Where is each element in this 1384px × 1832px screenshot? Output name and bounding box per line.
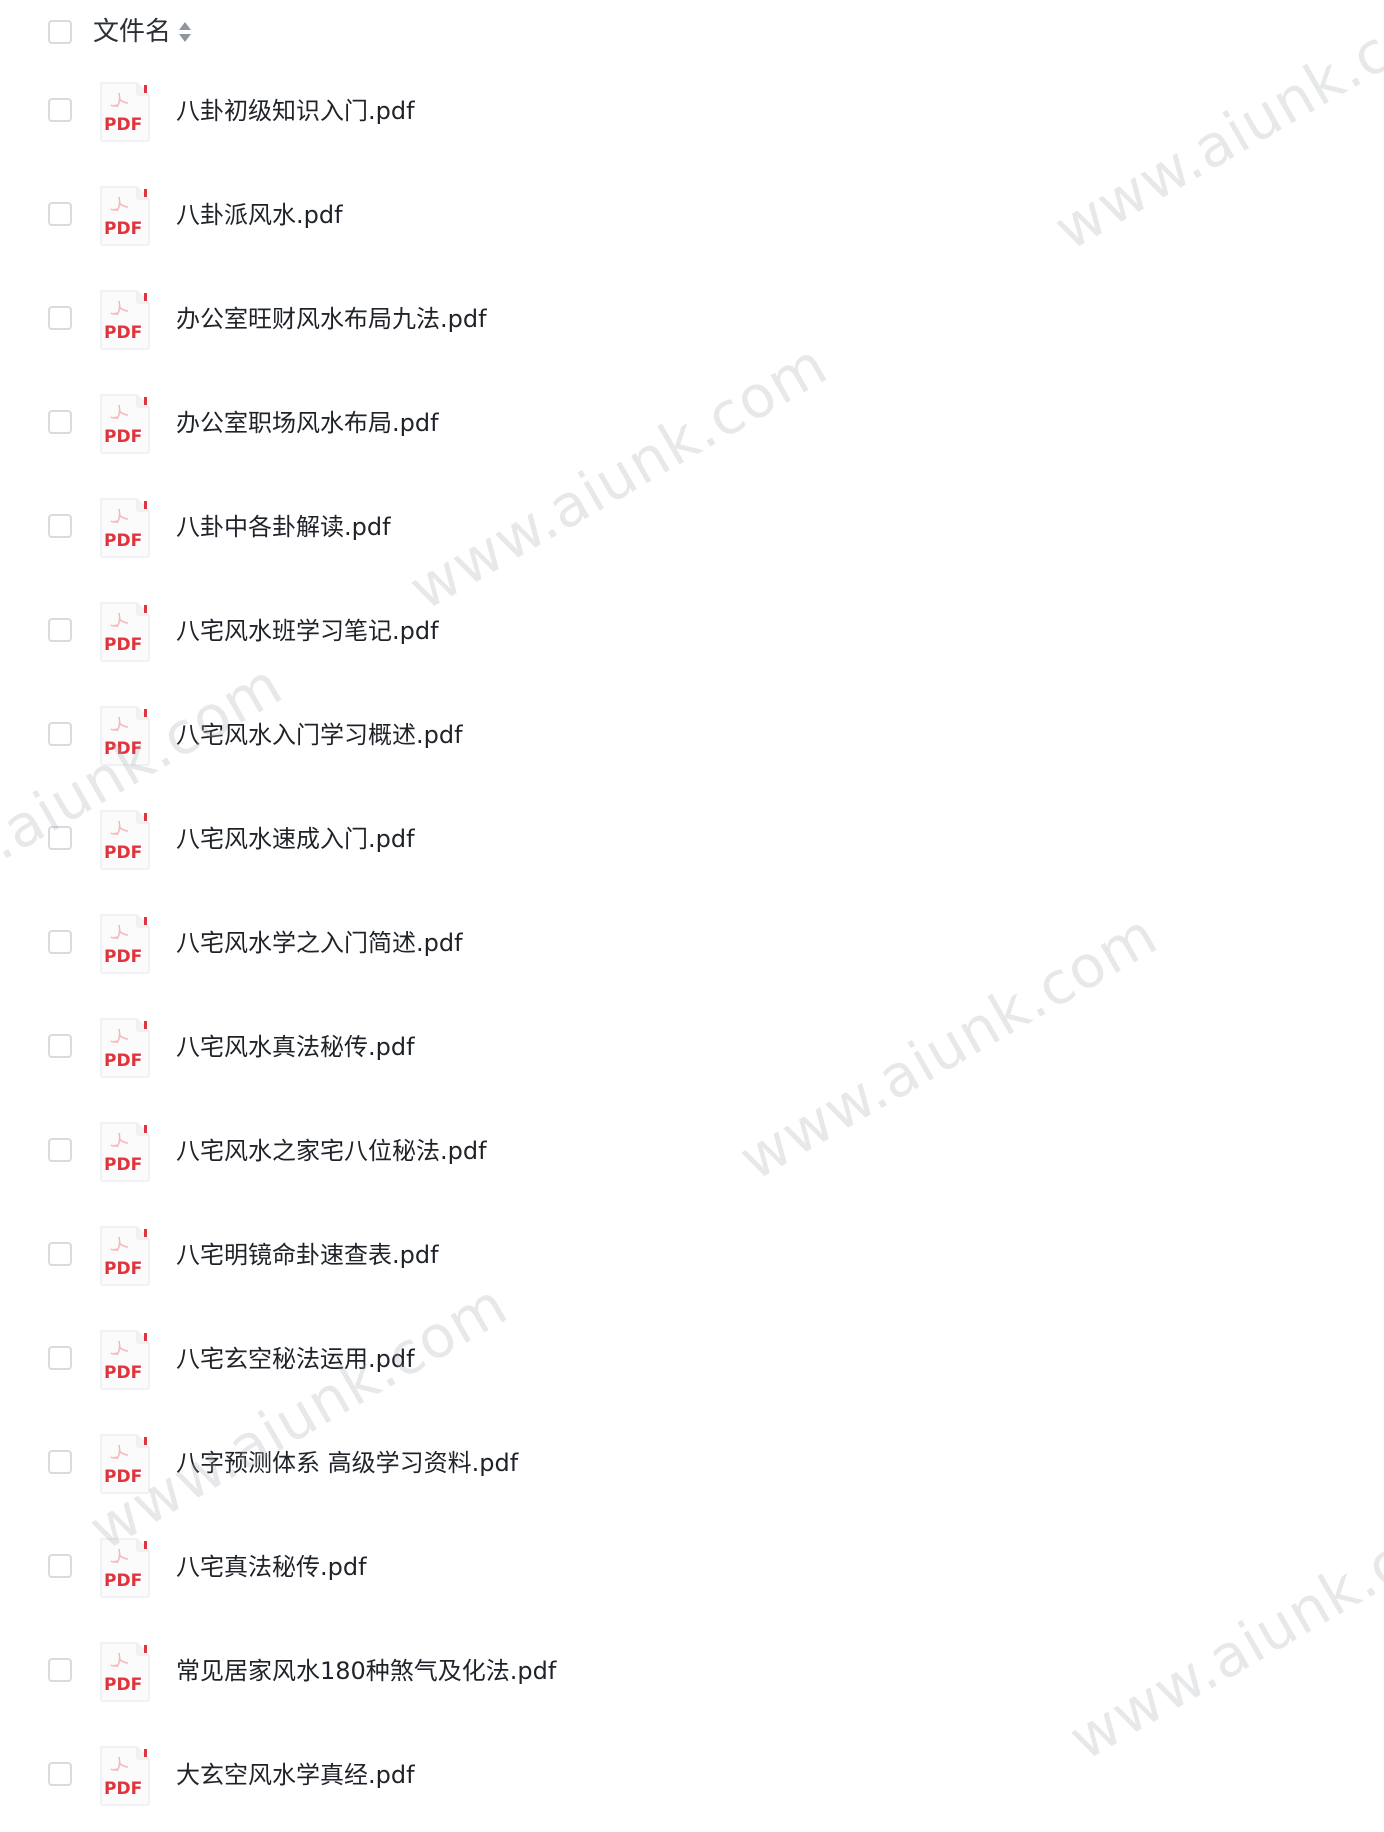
file-row[interactable]: PDF 八宅风水入门学习概述.pdf xyxy=(0,688,1384,792)
file-name[interactable]: 八字预测体系 高级学习资料.pdf xyxy=(176,1446,518,1480)
svg-text:PDF: PDF xyxy=(104,115,142,135)
svg-text:PDF: PDF xyxy=(104,1467,142,1487)
pdf-file-icon: PDF xyxy=(100,1746,150,1806)
file-row[interactable]: PDF 八卦中各卦解读.pdf xyxy=(0,480,1384,584)
file-row[interactable]: PDF 八宅风水班学习笔记.pdf xyxy=(0,584,1384,688)
file-name[interactable]: 办公室旺财风水布局九法.pdf xyxy=(176,302,487,336)
file-row[interactable]: PDF 常见居家风水180种煞气及化法.pdf xyxy=(0,1624,1384,1728)
svg-text:PDF: PDF xyxy=(104,427,142,447)
file-name[interactable]: 八宅风水之家宅八位秘法.pdf xyxy=(176,1134,487,1168)
svg-text:PDF: PDF xyxy=(104,843,142,863)
file-name[interactable]: 常见居家风水180种煞气及化法.pdf xyxy=(176,1654,556,1688)
pdf-file-icon: PDF xyxy=(100,1018,150,1078)
pdf-file-icon: PDF xyxy=(100,186,150,246)
file-row-checkbox[interactable] xyxy=(48,410,72,434)
pdf-file-icon: PDF xyxy=(100,602,150,662)
pdf-file-icon: PDF xyxy=(100,1434,150,1494)
file-row-checkbox[interactable] xyxy=(48,1762,72,1786)
file-name[interactable]: 八卦派风水.pdf xyxy=(176,198,343,232)
file-row-checkbox[interactable] xyxy=(48,306,72,330)
file-row-checkbox[interactable] xyxy=(48,514,72,538)
file-row[interactable]: PDF 八宅风水学之入门简述.pdf xyxy=(0,896,1384,1000)
select-all-checkbox[interactable] xyxy=(48,20,72,44)
file-row-checkbox[interactable] xyxy=(48,930,72,954)
file-name[interactable]: 大玄空风水学真经.pdf xyxy=(176,1758,415,1792)
file-name[interactable]: 八卦初级知识入门.pdf xyxy=(176,94,415,128)
file-name[interactable]: 办公室职场风水布局.pdf xyxy=(176,406,439,440)
file-row-checkbox[interactable] xyxy=(48,1034,72,1058)
file-row[interactable]: PDF 八宅玄空秘法运用.pdf xyxy=(0,1312,1384,1416)
pdf-file-icon: PDF xyxy=(100,290,150,350)
file-row-checkbox[interactable] xyxy=(48,826,72,850)
file-row[interactable]: PDF 八宅风水速成入门.pdf xyxy=(0,792,1384,896)
filename-column-header[interactable]: 文件名 xyxy=(93,15,171,49)
svg-text:PDF: PDF xyxy=(104,739,142,759)
pdf-file-icon: PDF xyxy=(100,82,150,142)
svg-text:PDF: PDF xyxy=(104,323,142,343)
file-row-checkbox[interactable] xyxy=(48,98,72,122)
svg-text:PDF: PDF xyxy=(104,947,142,967)
pdf-file-icon: PDF xyxy=(100,1122,150,1182)
svg-text:PDF: PDF xyxy=(104,1571,142,1591)
file-name[interactable]: 八宅风水学之入门简述.pdf xyxy=(176,926,463,960)
pdf-file-icon: PDF xyxy=(100,1330,150,1390)
file-row[interactable]: PDF 八宅真法秘传.pdf xyxy=(0,1520,1384,1624)
file-row[interactable]: PDF 八字预测体系 高级学习资料.pdf xyxy=(0,1416,1384,1520)
svg-text:PDF: PDF xyxy=(104,1259,142,1279)
file-row-checkbox[interactable] xyxy=(48,202,72,226)
file-name[interactable]: 八卦中各卦解读.pdf xyxy=(176,510,391,544)
pdf-file-icon: PDF xyxy=(100,1226,150,1286)
file-row[interactable]: PDF 大玄空风水学真经.pdf xyxy=(0,1728,1384,1832)
file-row[interactable]: PDF 办公室职场风水布局.pdf xyxy=(0,376,1384,480)
file-name[interactable]: 八宅风水速成入门.pdf xyxy=(176,822,415,856)
svg-text:PDF: PDF xyxy=(104,1363,142,1383)
svg-text:PDF: PDF xyxy=(104,219,142,239)
pdf-file-icon: PDF xyxy=(100,914,150,974)
file-row-checkbox[interactable] xyxy=(48,1658,72,1682)
file-name[interactable]: 八宅风水真法秘传.pdf xyxy=(176,1030,415,1064)
file-name[interactable]: 八宅真法秘传.pdf xyxy=(176,1550,367,1584)
file-list: PDF 八卦初级知识入门.pdf PDF 八卦派风水.pdf PDF 办公室旺财风水布局九… xyxy=(0,64,1384,1832)
svg-text:PDF: PDF xyxy=(104,1155,142,1175)
file-row-checkbox[interactable] xyxy=(48,1450,72,1474)
file-name[interactable]: 八宅玄空秘法运用.pdf xyxy=(176,1342,415,1376)
svg-text:PDF: PDF xyxy=(104,1779,142,1799)
file-row-checkbox[interactable] xyxy=(48,722,72,746)
file-row-checkbox[interactable] xyxy=(48,618,72,642)
file-name[interactable]: 八宅风水入门学习概述.pdf xyxy=(176,718,463,752)
sort-toggle-icon[interactable] xyxy=(178,20,192,44)
file-row-checkbox[interactable] xyxy=(48,1554,72,1578)
file-row[interactable]: PDF 八卦派风水.pdf xyxy=(0,168,1384,272)
svg-text:PDF: PDF xyxy=(104,635,142,655)
svg-text:PDF: PDF xyxy=(104,1675,142,1695)
file-row[interactable]: PDF 办公室旺财风水布局九法.pdf xyxy=(0,272,1384,376)
file-row[interactable]: PDF 八宅风水真法秘传.pdf xyxy=(0,1000,1384,1104)
pdf-file-icon: PDF xyxy=(100,1538,150,1598)
file-name[interactable]: 八宅风水班学习笔记.pdf xyxy=(176,614,439,648)
pdf-file-icon: PDF xyxy=(100,1642,150,1702)
pdf-file-icon: PDF xyxy=(100,706,150,766)
pdf-file-icon: PDF xyxy=(100,394,150,454)
file-name[interactable]: 八宅明镜命卦速查表.pdf xyxy=(176,1238,439,1272)
file-list-header: 文件名 xyxy=(0,0,1384,64)
svg-text:PDF: PDF xyxy=(104,531,142,551)
pdf-file-icon: PDF xyxy=(100,498,150,558)
file-row[interactable]: PDF 八卦初级知识入门.pdf xyxy=(0,64,1384,168)
file-row[interactable]: PDF 八宅明镜命卦速查表.pdf xyxy=(0,1208,1384,1312)
file-row-checkbox[interactable] xyxy=(48,1138,72,1162)
file-row-checkbox[interactable] xyxy=(48,1242,72,1266)
file-row[interactable]: PDF 八宅风水之家宅八位秘法.pdf xyxy=(0,1104,1384,1208)
svg-text:PDF: PDF xyxy=(104,1051,142,1071)
file-row-checkbox[interactable] xyxy=(48,1346,72,1370)
pdf-file-icon: PDF xyxy=(100,810,150,870)
